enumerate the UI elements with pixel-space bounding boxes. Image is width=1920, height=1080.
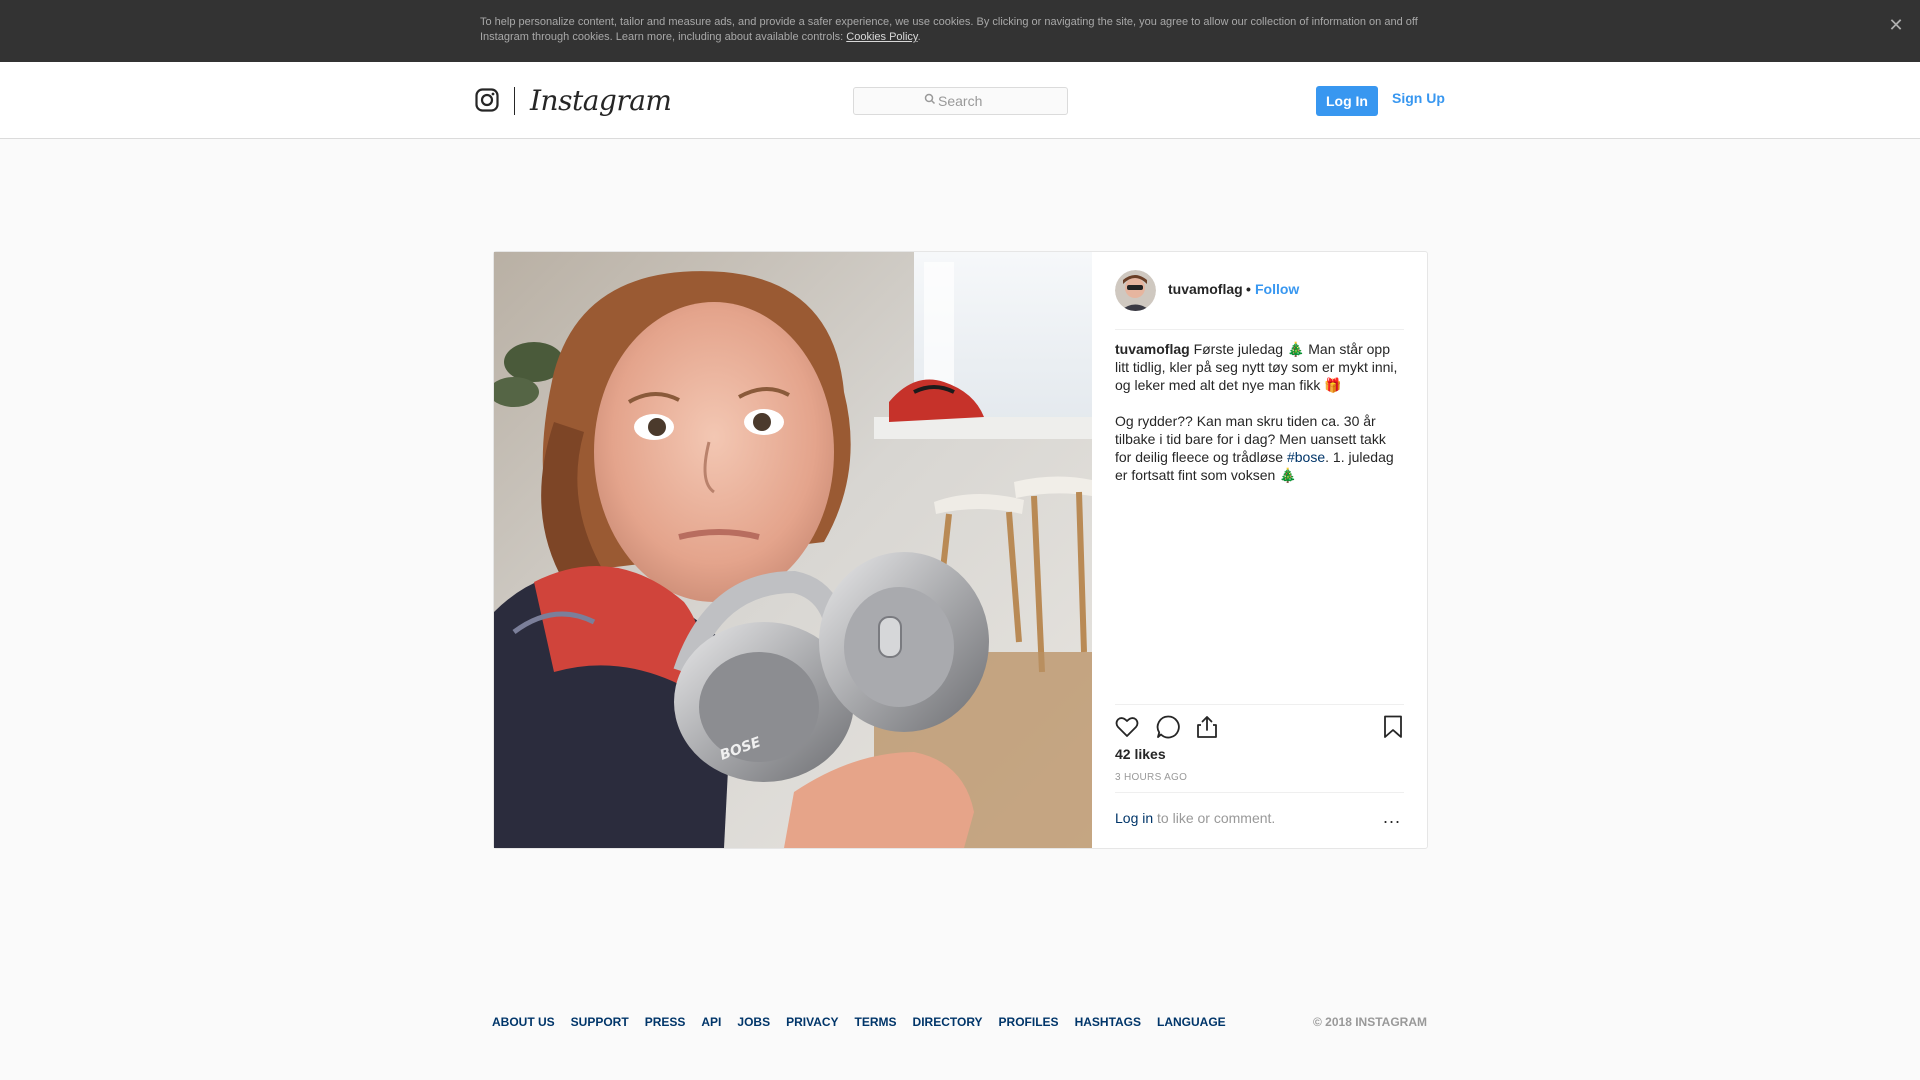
post-photo[interactable]: BOSE [494,252,1092,848]
footer-link-hashtags[interactable]: HASHTAGS [1075,1014,1141,1030]
log-in-button[interactable]: Log In [1316,86,1378,116]
actions-divider [1115,704,1404,705]
footer-link-jobs[interactable]: JOBS [737,1014,770,1030]
hashtag-link[interactable]: #bose [1287,449,1325,465]
more-options-button[interactable]: ... [1382,808,1402,830]
footer-link-terms[interactable]: TERMS [855,1014,897,1030]
footer-link-api[interactable]: API [701,1014,721,1030]
comment-divider [1115,792,1404,793]
avatar[interactable] [1115,270,1156,311]
copyright: © 2018 INSTAGRAM [1313,1015,1427,1029]
cookie-banner-text: To help personalize content, tailor and … [480,15,1430,45]
post-author-username[interactable]: tuvamoflag [1168,280,1243,298]
heart-icon[interactable] [1114,714,1140,740]
footer-nav: ABOUT US SUPPORT PRESS API JOBS PRIVACY … [492,1014,1226,1030]
login-to-comment-text: to like or comment. [1153,810,1276,826]
footer-link-profiles[interactable]: PROFILES [999,1014,1059,1030]
log-in-link[interactable]: Log in [1115,810,1153,826]
bookmark-icon[interactable] [1380,714,1406,740]
close-icon[interactable]: ✕ [1887,16,1905,34]
header-divider [1115,329,1404,330]
footer-link-press[interactable]: PRESS [645,1014,686,1030]
instagram-wordmark[interactable]: Instagram [530,84,672,118]
cookies-policy-link[interactable]: Cookies Policy [846,31,917,43]
search-icon [924,93,936,105]
cookie-banner-trailing: . [917,31,921,43]
footer-link-support[interactable]: SUPPORT [571,1014,629,1030]
footer-link-language[interactable]: LANGUAGE [1157,1014,1226,1030]
share-icon[interactable] [1194,714,1220,740]
search-input[interactable] [938,88,1058,114]
follow-separator: • [1246,281,1251,297]
footer-link-directory[interactable]: DIRECTORY [913,1014,983,1030]
caption-paragraph-1: tuvamoflag Første juledag 🎄 Man står opp… [1115,340,1405,394]
logo-divider [514,87,515,115]
post-caption: tuvamoflag Første juledag 🎄 Man står opp… [1115,340,1405,502]
cookie-banner: To help personalize content, tailor and … [0,0,1920,62]
post-timestamp[interactable]: 3 HOURS AGO [1115,772,1187,784]
caption-paragraph-2: Og rydder?? Kan man skru tiden ca. 30 år… [1115,412,1405,484]
caption-username[interactable]: tuvamoflag [1115,341,1190,357]
sign-up-link[interactable]: Sign Up [1392,88,1445,108]
login-to-comment: Log in to like or comment. [1115,809,1275,827]
footer-link-about-us[interactable]: ABOUT US [492,1014,555,1030]
footer-link-privacy[interactable]: PRIVACY [786,1014,838,1030]
follow-button[interactable]: Follow [1255,280,1299,298]
instagram-camera-icon[interactable] [475,88,499,112]
cookie-banner-message: To help personalize content, tailor and … [480,16,1418,43]
likes-count[interactable]: 42 likes [1115,745,1166,763]
comment-icon[interactable] [1155,714,1181,740]
